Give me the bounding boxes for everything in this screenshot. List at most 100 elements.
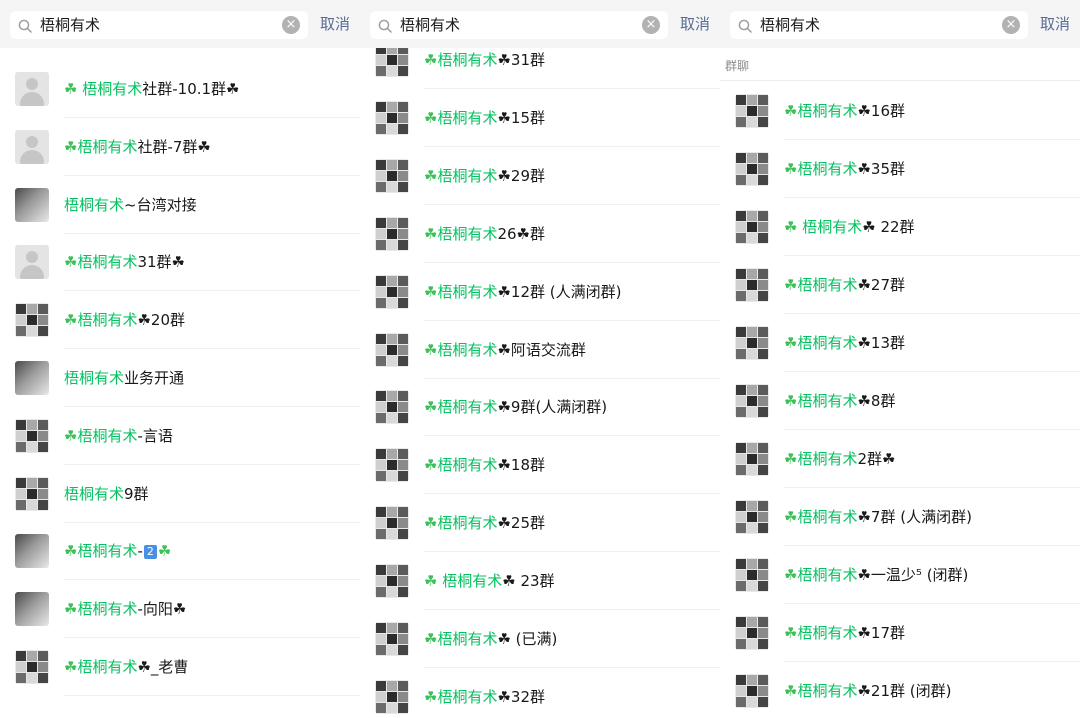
- search-result-row[interactable]: ☘梧桐有术☘16群: [720, 82, 1080, 140]
- search-result-row[interactable]: ☘梧桐有术☘29群: [360, 147, 720, 205]
- avatar-tile: [387, 181, 397, 192]
- search-result-row[interactable]: 梧桐有术9群: [0, 465, 360, 523]
- avatar-tile: [736, 106, 746, 116]
- avatar-tile: [758, 396, 768, 406]
- search-query-text[interactable]: 梧桐有术: [760, 16, 820, 34]
- avatar-tile: [736, 454, 746, 464]
- keyword-highlight: 梧桐有术: [82, 80, 143, 98]
- search-result-row[interactable]: ☘梧桐有术☘8群: [720, 372, 1080, 430]
- avatar-tile: [747, 117, 757, 127]
- avatar-tile: [387, 507, 397, 518]
- cancel-button[interactable]: 取消: [680, 14, 710, 34]
- clear-circle-icon[interactable]: ×: [1002, 16, 1020, 34]
- search-result-row[interactable]: ☘梧桐有术☘一温少⁵ (闭群): [720, 546, 1080, 604]
- search-result-row[interactable]: ☘梧桐有术☘20群: [0, 291, 360, 350]
- name-prefix: ☘: [784, 218, 803, 236]
- search-result-row[interactable]: ☘ 梧桐有术☘ 23群: [360, 552, 720, 611]
- keyword-highlight: 梧桐有术: [64, 484, 125, 503]
- cancel-button[interactable]: 取消: [1040, 14, 1070, 34]
- cancel-button[interactable]: 取消: [320, 14, 350, 34]
- search-result-row[interactable]: ☘梧桐有术2群☘: [720, 430, 1080, 488]
- search-result-row[interactable]: ☘梧桐有术-言语: [0, 407, 360, 465]
- search-result-row[interactable]: ☘梧桐有术☘13群: [720, 314, 1080, 372]
- search-result-row[interactable]: ☘梧桐有术☘12群 (人满闭群): [360, 263, 720, 321]
- avatar-tile: [747, 697, 757, 707]
- keyword-highlight: 梧桐有术: [77, 137, 138, 156]
- search-input[interactable]: 梧桐有术 ×: [730, 11, 1028, 39]
- search-query-text[interactable]: 梧桐有术: [40, 16, 100, 34]
- name-suffix: ☘17群: [857, 624, 906, 642]
- search-query-text[interactable]: 梧桐有术: [400, 16, 460, 34]
- avatar-tile: [27, 651, 37, 661]
- avatar-tile: [27, 673, 37, 683]
- avatar-tile: [376, 471, 386, 482]
- search-result-row[interactable]: ☘梧桐有术-向阳☘: [0, 580, 360, 639]
- avatar-tile: [758, 559, 768, 569]
- avatar-tile: [747, 465, 757, 475]
- avatar-tile: [736, 523, 746, 533]
- keyword-highlight: 梧桐有术: [797, 624, 858, 642]
- avatar-tile: [758, 570, 768, 580]
- avatar-tile: [747, 269, 757, 279]
- keyword-highlight: 梧桐有术: [437, 108, 498, 127]
- search-result-row[interactable]: ☘ 梧桐有术社群-10.1群☘: [0, 60, 360, 118]
- search-result-row[interactable]: ☘梧桐有术☘阿语交流群: [360, 321, 720, 379]
- search-result-row[interactable]: ☘梧桐有术☘32群: [360, 668, 720, 718]
- search-result-row[interactable]: 梧桐有术业务开通: [0, 349, 360, 407]
- search-result-row[interactable]: 梧桐有术~台湾对接: [0, 176, 360, 234]
- avatar-tile: [758, 639, 768, 649]
- avatar-tile: [387, 286, 397, 297]
- name-suffix: ☘ 23群: [502, 572, 555, 591]
- search-result-row[interactable]: ☘梧桐有术☘35群: [720, 140, 1080, 198]
- keyword-highlight: 梧桐有术: [437, 51, 498, 69]
- name-prefix: ☘: [424, 166, 438, 185]
- avatar-tile: [376, 449, 386, 460]
- group-avatar-grid: [735, 558, 769, 592]
- clear-circle-icon[interactable]: ×: [282, 16, 300, 34]
- search-result-row[interactable]: ☘梧桐有术☘15群: [360, 89, 720, 147]
- avatar-tile: [387, 217, 397, 228]
- avatar-tile: [376, 507, 386, 518]
- search-result-row[interactable]: ☘梧桐有术☘9群(人满闭群): [360, 378, 720, 437]
- search-input[interactable]: 梧桐有术 ×: [370, 11, 668, 39]
- name-suffix: 26☘群: [497, 224, 546, 243]
- avatar-tile: [747, 222, 757, 232]
- search-result-row[interactable]: ☘梧桐有术31群☘: [0, 233, 360, 292]
- search-result-row[interactable]: ☘ 梧桐有术☘ 22群: [720, 198, 1080, 256]
- avatar-tile: [747, 570, 757, 580]
- avatar-tile: [398, 112, 408, 123]
- avatar-tile: [747, 454, 757, 464]
- search-result-row[interactable]: ☘梧桐有术☘ (已满): [360, 610, 720, 668]
- chat-name: ☘梧桐有术☘ (已满): [424, 629, 557, 649]
- name-suffix: 31群☘: [137, 253, 186, 272]
- search-input[interactable]: 梧桐有术 ×: [10, 11, 308, 39]
- keyword-highlight: 梧桐有术: [77, 253, 138, 272]
- avatar-tile: [38, 662, 48, 672]
- search-result-row[interactable]: ☘梧桐有术☘18群: [360, 436, 720, 495]
- search-bar: 梧桐有术 × 取消: [720, 0, 1080, 48]
- avatar-tile: [387, 691, 397, 702]
- avatar-tile: [398, 159, 408, 170]
- avatar-tile: [758, 269, 768, 279]
- search-result-row[interactable]: ☘梧桐有术- 2 ☘: [0, 522, 360, 581]
- avatar-tile: [398, 645, 408, 655]
- keyword-highlight: 梧桐有术: [437, 340, 498, 359]
- avatar-tile: [398, 529, 408, 540]
- search-result-row[interactable]: ☘梧桐有术☘17群: [720, 604, 1080, 662]
- name-prefix: ☘: [64, 658, 78, 676]
- search-result-row[interactable]: ☘梧桐有术☘_老曹: [0, 638, 360, 696]
- search-result-row[interactable]: ☘梧桐有术26☘群: [360, 205, 720, 263]
- avatar-tile: [376, 355, 386, 366]
- avatar-tile: [16, 315, 26, 326]
- search-result-row[interactable]: ☘梧桐有术☘7群 (人满闭群): [720, 488, 1080, 546]
- search-result-row[interactable]: ☘梧桐有术☘27群: [720, 256, 1080, 314]
- search-result-row[interactable]: ☘梧桐有术社群-7群☘: [0, 118, 360, 176]
- clear-circle-icon[interactable]: ×: [642, 16, 660, 34]
- search-result-row[interactable]: ☘梧桐有术☘21群 (闭群): [720, 662, 1080, 718]
- avatar-tile: [387, 518, 397, 529]
- search-result-row[interactable]: ☘梧桐有术☘25群: [360, 494, 720, 553]
- name-suffix: 2群☘: [857, 450, 896, 468]
- avatar-tile: [376, 112, 386, 123]
- avatar-tile: [758, 581, 768, 591]
- avatar-tile: [758, 628, 768, 638]
